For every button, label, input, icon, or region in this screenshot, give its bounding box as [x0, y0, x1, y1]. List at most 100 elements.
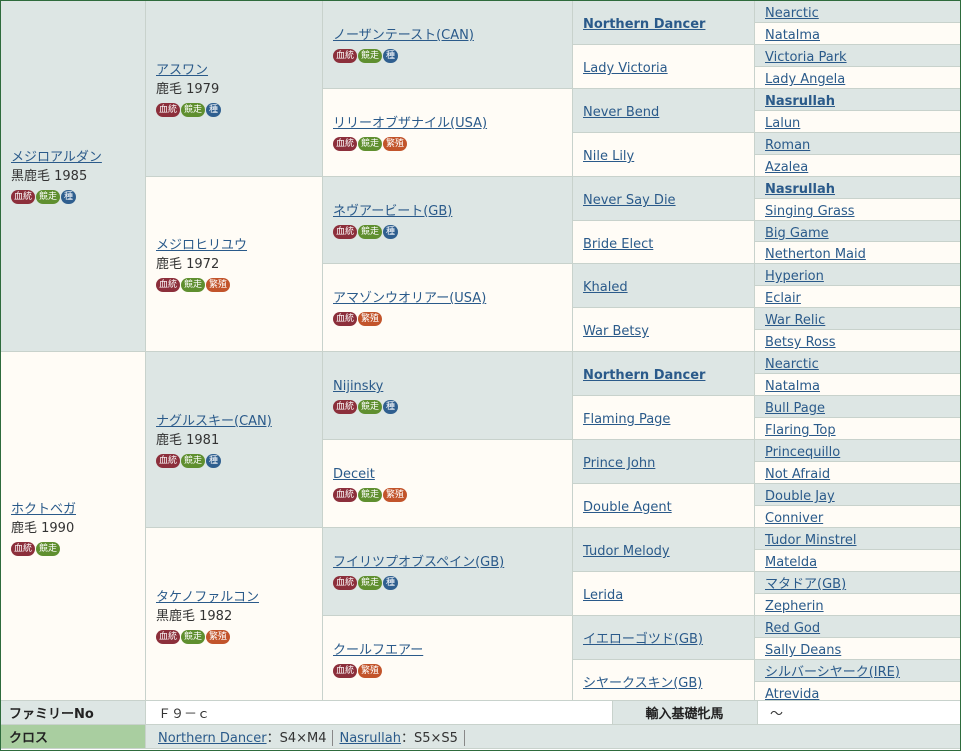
horse-link[interactable]: Nijinsky: [333, 379, 383, 394]
horse-link[interactable]: Double Agent: [583, 500, 672, 515]
badge-kyo-icon[interactable]: 競走: [358, 49, 383, 63]
horse-link[interactable]: Natalma: [765, 28, 820, 43]
horse-link[interactable]: War Relic: [765, 313, 825, 328]
badge-ket-icon[interactable]: 血統: [156, 453, 181, 468]
badge-shu-icon[interactable]: 種: [206, 453, 222, 468]
badge-ket-icon[interactable]: 血統: [333, 137, 358, 151]
horse-link[interactable]: Prince John: [583, 456, 655, 471]
horse-link[interactable]: フイリツプオブスペイン(GB): [333, 555, 504, 570]
horse-link[interactable]: Lady Angela: [765, 72, 845, 87]
horse-link[interactable]: Nasrullah: [765, 94, 835, 109]
horse-link[interactable]: ナグルスキー(CAN): [156, 414, 272, 429]
horse-link[interactable]: Not Afraid: [765, 467, 830, 482]
badge-shu-icon[interactable]: 種: [383, 400, 399, 414]
badge-han-icon[interactable]: 繁殖: [206, 629, 231, 644]
badge-kyo-icon[interactable]: 競走: [358, 400, 383, 414]
badge-ket-icon[interactable]: 血統: [333, 312, 358, 326]
horse-link[interactable]: タケノファルコン: [156, 590, 259, 605]
badge-ket-icon[interactable]: 血統: [333, 49, 358, 63]
horse-link[interactable]: メジロヒリユウ: [156, 238, 247, 253]
horse-link[interactable]: リリーオブザナイル(USA): [333, 116, 487, 131]
horse-link[interactable]: Deceit: [333, 467, 375, 482]
horse-link[interactable]: ノーザンテースト(CAN): [333, 28, 474, 43]
horse-link[interactable]: Nearctic: [765, 6, 819, 21]
badge-ket-icon[interactable]: 血統: [156, 278, 181, 292]
horse-link[interactable]: Roman: [765, 138, 810, 153]
badge-han-icon[interactable]: 繁殖: [358, 312, 383, 326]
horse-link[interactable]: Northern Dancer: [583, 17, 705, 32]
horse-link[interactable]: Nearctic: [765, 357, 819, 372]
horse-link[interactable]: Flaring Top: [765, 423, 836, 438]
badge-shu-icon[interactable]: 種: [383, 49, 399, 63]
badge-kyo-icon[interactable]: 競走: [358, 576, 383, 590]
horse-link[interactable]: Flaming Page: [583, 412, 670, 427]
badge-kyo-icon[interactable]: 競走: [36, 190, 61, 204]
horse-link[interactable]: Betsy Ross: [765, 335, 836, 350]
badge-ket-icon[interactable]: 血統: [333, 664, 358, 678]
horse-link[interactable]: Eclair: [765, 291, 801, 306]
badge-kyo-icon[interactable]: 競走: [181, 102, 206, 117]
horse-link[interactable]: Hyperion: [765, 269, 824, 284]
badge-kyo-icon[interactable]: 競走: [358, 224, 383, 239]
badge-ket-icon[interactable]: 血統: [156, 102, 181, 117]
horse-link[interactable]: Double Jay: [765, 489, 835, 504]
horse-link[interactable]: メジロアルダン: [11, 150, 102, 165]
badge-ket-icon[interactable]: 血統: [333, 576, 358, 590]
horse-link[interactable]: ホクトベガ: [11, 502, 76, 517]
horse-link[interactable]: シルバーシヤーク(IRE): [765, 665, 900, 680]
horse-link[interactable]: War Betsy: [583, 324, 649, 339]
horse-link[interactable]: Khaled: [583, 280, 628, 295]
badge-kyo-icon[interactable]: 競走: [358, 137, 383, 151]
horse-link[interactable]: Sally Deans: [765, 643, 841, 658]
badge-kyo-icon[interactable]: 競走: [181, 629, 206, 644]
cross-horse-link[interactable]: Nasrullah: [339, 731, 400, 746]
horse-link[interactable]: Natalma: [765, 379, 820, 394]
horse-link[interactable]: Bull Page: [765, 401, 825, 416]
horse-link[interactable]: Matelda: [765, 555, 817, 570]
horse-link[interactable]: Azalea: [765, 160, 808, 175]
horse-link[interactable]: Nile Lily: [583, 149, 634, 164]
badge-ket-icon[interactable]: 血統: [156, 629, 181, 644]
badge-ket-icon[interactable]: 血統: [333, 224, 358, 239]
badge-kyo-icon[interactable]: 競走: [181, 453, 206, 468]
badge-kyo-icon[interactable]: 競走: [358, 488, 383, 502]
horse-link[interactable]: Lady Victoria: [583, 61, 668, 76]
horse-link[interactable]: Tudor Melody: [583, 544, 670, 559]
horse-link[interactable]: Lalun: [765, 116, 800, 131]
badge-han-icon[interactable]: 繁殖: [206, 278, 231, 292]
badge-kyo-icon[interactable]: 競走: [181, 278, 206, 292]
badge-shu-icon[interactable]: 種: [206, 102, 222, 117]
badge-shu-icon[interactable]: 種: [383, 576, 399, 590]
cross-horse-link[interactable]: Northern Dancer: [158, 731, 267, 746]
horse-link[interactable]: アマゾンウオリアー(USA): [333, 291, 486, 306]
horse-link[interactable]: Lerida: [583, 588, 623, 603]
horse-link[interactable]: Netherton Maid: [765, 247, 866, 262]
horse-link[interactable]: Tudor Minstrel: [765, 533, 857, 548]
horse-link[interactable]: Northern Dancer: [583, 368, 705, 383]
badge-han-icon[interactable]: 繁殖: [383, 137, 408, 151]
horse-link[interactable]: ネヴアービート(GB): [333, 204, 452, 219]
badge-ket-icon[interactable]: 血統: [11, 190, 36, 204]
badge-han-icon[interactable]: 繁殖: [383, 488, 408, 502]
horse-link[interactable]: Conniver: [765, 511, 823, 526]
horse-link[interactable]: アスワン: [156, 63, 208, 78]
badge-ket-icon[interactable]: 血統: [333, 400, 358, 414]
horse-link[interactable]: マタドア(GB): [765, 577, 846, 592]
badge-ket-icon[interactable]: 血統: [333, 488, 358, 502]
horse-link[interactable]: Never Say Die: [583, 193, 676, 208]
horse-link[interactable]: イエローゴツド(GB): [583, 632, 703, 647]
horse-link[interactable]: シヤークスキン(GB): [583, 676, 702, 691]
horse-link[interactable]: Princequillo: [765, 445, 840, 460]
horse-link[interactable]: クールフエアー: [333, 643, 423, 658]
horse-link[interactable]: Nasrullah: [765, 182, 835, 197]
horse-link[interactable]: Never Bend: [583, 105, 659, 120]
horse-link[interactable]: Zepherin: [765, 599, 824, 614]
badge-kyo-icon[interactable]: 競走: [36, 541, 61, 556]
badge-shu-icon[interactable]: 種: [61, 190, 77, 204]
badge-ket-icon[interactable]: 血統: [11, 541, 36, 556]
horse-link[interactable]: Singing Grass: [765, 204, 855, 219]
badge-shu-icon[interactable]: 種: [383, 224, 399, 239]
horse-link[interactable]: Victoria Park: [765, 50, 847, 65]
horse-link[interactable]: Red God: [765, 621, 820, 636]
badge-han-icon[interactable]: 繁殖: [358, 664, 383, 678]
